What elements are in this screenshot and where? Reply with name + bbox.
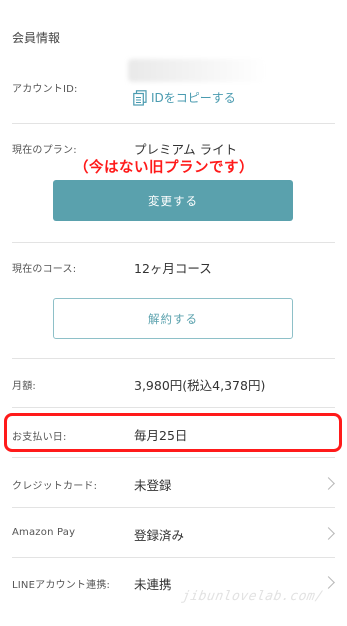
monthly-fee-value: 3,980円(税込4,378円) xyxy=(134,378,266,393)
divider xyxy=(12,457,335,458)
divider xyxy=(12,358,335,359)
chevron-right-icon xyxy=(322,527,335,540)
amazon-pay-value: 登録済み xyxy=(134,528,185,543)
monthly-fee-label: 月額: xyxy=(12,381,36,392)
divider xyxy=(12,557,335,558)
copy-id-label: IDをコピーする xyxy=(151,91,236,105)
divider xyxy=(12,123,335,124)
amazon-pay-label: Amazon Pay xyxy=(12,527,76,538)
account-id-value-blurred xyxy=(128,59,266,82)
credit-card-label: クレジットカード: xyxy=(12,481,98,492)
course-value: 12ヶ月コース xyxy=(134,261,212,276)
membership-page: 会員情報 アカウントID: IDをコピーする 現在のプラン: プレミアム ライト… xyxy=(0,0,347,626)
credit-card-value: 未登録 xyxy=(134,478,172,493)
change-plan-button[interactable]: 変更する xyxy=(53,180,293,221)
cancel-subscription-button[interactable]: 解約する xyxy=(53,298,293,339)
copy-document-icon xyxy=(133,89,147,106)
divider xyxy=(12,407,335,408)
copy-id-link[interactable]: IDをコピーする xyxy=(133,89,236,106)
account-id-label: アカウントID: xyxy=(12,84,78,95)
chevron-right-icon xyxy=(322,576,335,589)
plan-label: 現在のプラン: xyxy=(12,145,77,156)
payment-day-highlight xyxy=(4,413,342,452)
line-account-value: 未連携 xyxy=(134,577,172,592)
divider xyxy=(12,507,335,508)
course-label: 現在のコース: xyxy=(12,264,77,275)
chevron-right-icon xyxy=(322,477,335,490)
line-account-label: LINEアカウント連携: xyxy=(12,580,111,591)
divider xyxy=(12,242,335,243)
plan-annotation: （今はない旧プランです） xyxy=(74,160,254,176)
section-title: 会員情報 xyxy=(12,31,61,45)
watermark: jibunlovelab.com/ xyxy=(180,589,325,604)
